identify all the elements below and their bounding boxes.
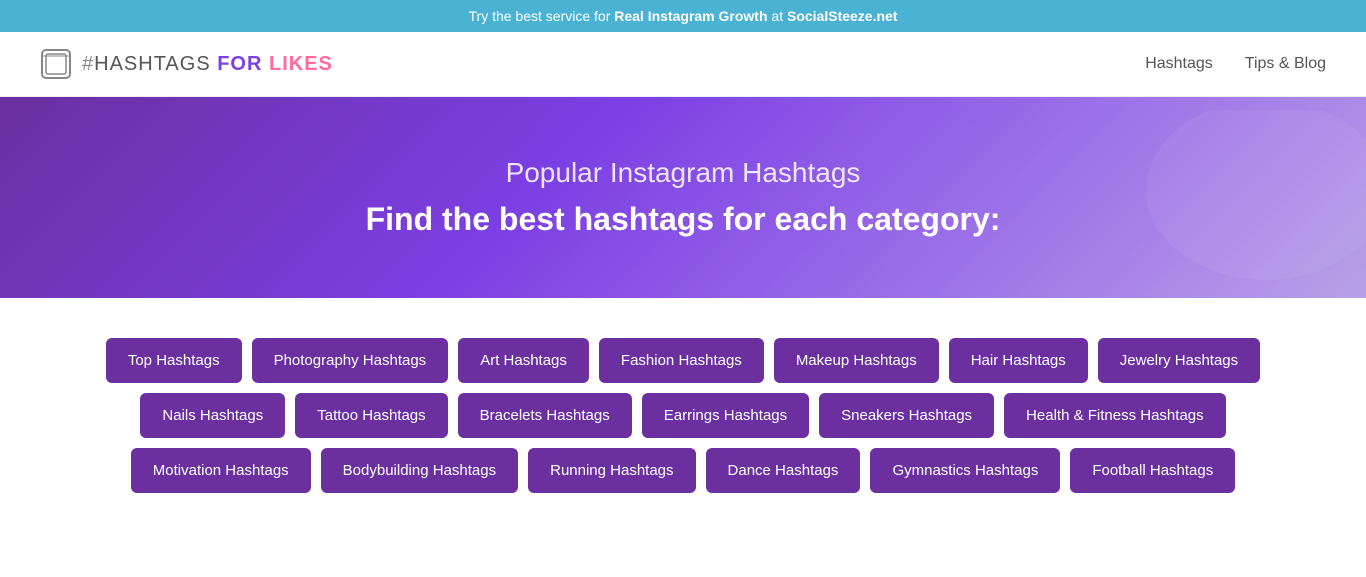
- category-button[interactable]: Tattoo Hashtags: [295, 393, 447, 438]
- category-button[interactable]: Photography Hashtags: [252, 338, 449, 383]
- category-button[interactable]: Earrings Hashtags: [642, 393, 809, 438]
- category-button[interactable]: Running Hashtags: [528, 448, 695, 493]
- category-button[interactable]: Health & Fitness Hashtags: [1004, 393, 1226, 438]
- nav-links: Hashtags Tips & Blog: [1145, 55, 1326, 73]
- logo-text: #HASHTAGS FOR LIKES: [82, 53, 333, 76]
- category-button[interactable]: Jewelry Hashtags: [1098, 338, 1260, 383]
- category-button[interactable]: Gymnastics Hashtags: [870, 448, 1060, 493]
- categories-grid: Top HashtagsPhotography HashtagsArt Hash…: [100, 338, 1266, 493]
- announcement-text-prefix: Try the best service for: [469, 8, 615, 24]
- hero-title: Find the best hashtags for each category…: [366, 201, 1001, 238]
- category-button[interactable]: Sneakers Hashtags: [819, 393, 994, 438]
- nav-blog-link[interactable]: Tips & Blog: [1245, 55, 1326, 73]
- logo-for: FOR: [217, 53, 269, 75]
- announcement-bar: Try the best service for Real Instagram …: [0, 0, 1366, 32]
- category-button[interactable]: Top Hashtags: [106, 338, 242, 383]
- header: #HASHTAGS FOR LIKES Hashtags Tips & Blog: [0, 32, 1366, 97]
- logo-hash: #: [82, 53, 94, 75]
- category-button[interactable]: Art Hashtags: [458, 338, 589, 383]
- hero-subtitle: Popular Instagram Hashtags: [506, 157, 861, 189]
- logo-hashtags: HASHTAGS: [94, 53, 217, 75]
- category-button[interactable]: Dance Hashtags: [706, 448, 861, 493]
- category-button[interactable]: Nails Hashtags: [140, 393, 285, 438]
- category-button[interactable]: Hair Hashtags: [949, 338, 1088, 383]
- category-button[interactable]: Football Hashtags: [1070, 448, 1235, 493]
- category-button[interactable]: Bracelets Hashtags: [458, 393, 632, 438]
- logo-icon: [40, 48, 72, 80]
- categories-section: Top HashtagsPhotography HashtagsArt Hash…: [0, 298, 1366, 513]
- announcement-text-bold: Real Instagram Growth: [614, 8, 767, 24]
- logo-likes: LIKES: [269, 53, 333, 75]
- announcement-text-middle: at: [768, 8, 787, 24]
- category-button[interactable]: Makeup Hashtags: [774, 338, 939, 383]
- category-button[interactable]: Bodybuilding Hashtags: [321, 448, 518, 493]
- category-button[interactable]: Motivation Hashtags: [131, 448, 311, 493]
- nav-hashtags-link[interactable]: Hashtags: [1145, 55, 1213, 73]
- category-button[interactable]: Fashion Hashtags: [599, 338, 764, 383]
- announcement-link[interactable]: SocialSteeze.net: [787, 8, 898, 24]
- logo[interactable]: #HASHTAGS FOR LIKES: [40, 48, 333, 80]
- hero-section: Popular Instagram Hashtags Find the best…: [0, 97, 1366, 298]
